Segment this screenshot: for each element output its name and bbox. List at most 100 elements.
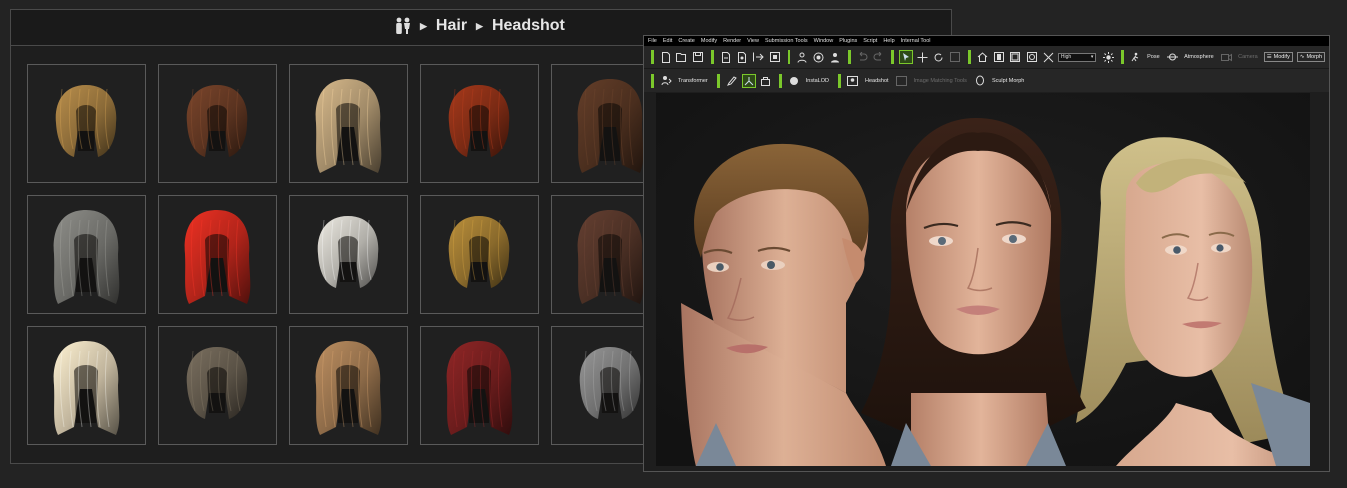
send-icon[interactable] — [752, 50, 765, 64]
edit-mesh-icon[interactable] — [741, 73, 756, 88]
hair-tile-silver-short[interactable] — [289, 195, 408, 314]
menu-plugins[interactable]: Plugins — [839, 36, 857, 46]
menu-submission-tools[interactable]: Submission Tools — [765, 36, 808, 46]
hair-tile-platinum-long[interactable] — [27, 326, 146, 445]
toolbar-separator — [837, 73, 841, 88]
avatar-icon[interactable] — [828, 50, 841, 64]
redo-icon[interactable] — [872, 50, 885, 64]
character-icon[interactable] — [795, 50, 808, 64]
view-2-icon[interactable] — [1009, 50, 1022, 64]
open-folder-icon[interactable] — [675, 50, 688, 64]
light-icon[interactable] — [1101, 50, 1114, 64]
toolbar-separator — [891, 50, 895, 64]
people-icon[interactable] — [395, 17, 411, 35]
menu-create[interactable]: Create — [678, 36, 695, 46]
toolbar-separator — [711, 50, 714, 64]
new-file-icon[interactable] — [659, 50, 672, 64]
atmosphere-label[interactable]: Atmosphere — [1184, 54, 1214, 60]
hair-thumbnail — [448, 216, 510, 288]
morph-curve-icon: ∿ — [1299, 54, 1305, 60]
modify-label: Modify — [1273, 54, 1290, 60]
hair-thumbnail — [55, 85, 117, 157]
camera-icon[interactable] — [1220, 50, 1233, 64]
hair-tile-golden-curly[interactable] — [420, 195, 539, 314]
hair-tile-grey-long-hood[interactable] — [27, 195, 146, 314]
3d-viewport[interactable] — [656, 93, 1310, 466]
home-camera-icon[interactable] — [976, 50, 989, 64]
hair-tile-blonde-wavy-bob[interactable] — [27, 64, 146, 183]
hair-thumbnail — [315, 79, 382, 173]
sculpt-morph-label[interactable]: Sculpt Morph — [992, 78, 1024, 84]
hair-thumbnail — [186, 85, 248, 157]
headshot-label[interactable]: Headshot — [865, 78, 889, 84]
export-icon[interactable] — [735, 50, 748, 64]
toolbar-separator — [787, 50, 791, 64]
display-mode-icon[interactable] — [1041, 50, 1054, 64]
instalod-label[interactable]: InstaLOD — [806, 78, 829, 84]
morph-button[interactable]: ∿ Morph — [1296, 52, 1326, 62]
modify-button[interactable]: ☰ Modify — [1263, 52, 1293, 62]
toolbar-separator — [651, 50, 654, 64]
breadcrumb-hair[interactable]: Hair — [436, 17, 467, 35]
headshot-icon[interactable] — [846, 74, 860, 88]
hair-thumbnail — [186, 347, 248, 419]
hair-thumbnail — [53, 210, 120, 304]
menu-view[interactable]: View — [747, 36, 759, 46]
breadcrumb-headshot[interactable]: Headshot — [492, 17, 565, 35]
morph-target-icon[interactable] — [812, 50, 825, 64]
brush-icon[interactable] — [725, 74, 739, 88]
transformer-icon[interactable] — [659, 74, 673, 88]
pose-icon[interactable] — [1129, 50, 1142, 64]
render-quality-value: High — [1060, 54, 1072, 60]
image-matching-icon[interactable] — [895, 74, 909, 88]
move-icon[interactable] — [916, 50, 929, 64]
menu-window[interactable]: Window — [814, 36, 834, 46]
scale-icon[interactable] — [949, 50, 962, 64]
sculpt-morph-icon[interactable] — [973, 74, 987, 88]
menu-script[interactable]: Script — [863, 36, 877, 46]
menu-modify[interactable]: Modify — [701, 36, 717, 46]
frame-icon[interactable] — [768, 50, 781, 64]
toolbar-separator — [967, 50, 971, 64]
sliders-icon: ☰ — [1266, 54, 1272, 60]
save-icon[interactable] — [692, 50, 705, 64]
hair-thumbnail — [317, 216, 379, 288]
hair-tile-red-long-straight[interactable] — [158, 195, 277, 314]
morph-label: Morph — [1306, 54, 1323, 60]
menu-edit[interactable]: Edit — [663, 36, 672, 46]
hair-tile-blonde-long-straight[interactable] — [289, 64, 408, 183]
breadcrumb-separator-icon: ▶ — [476, 20, 483, 31]
import-icon[interactable] — [719, 50, 732, 64]
menu-internal-tool[interactable]: Internal Tool — [901, 36, 931, 46]
toolbar-separator — [651, 73, 654, 88]
undo-icon[interactable] — [856, 50, 869, 64]
camera-label[interactable]: Camera — [1238, 54, 1258, 60]
toolbar-separator — [716, 73, 720, 88]
toolbar-separator — [1120, 50, 1124, 64]
hair-thumbnail — [53, 341, 120, 435]
view-3-icon[interactable] — [1025, 50, 1038, 64]
menu-file[interactable]: File — [648, 36, 657, 46]
hair-tile-auburn-short-curls[interactable] — [158, 64, 277, 183]
instalod-icon[interactable] — [787, 74, 801, 88]
skin-icon[interactable] — [759, 74, 773, 88]
select-icon[interactable] — [899, 50, 913, 64]
image-matching-label[interactable]: Image Matching Tools — [914, 78, 967, 84]
view-1-icon[interactable] — [992, 50, 1005, 64]
render-quality-select[interactable]: High ▾ — [1057, 52, 1097, 62]
chevron-down-icon: ▾ — [1090, 54, 1094, 60]
hair-tile-crimson-long[interactable] — [420, 326, 539, 445]
secondary-toolbar: Transformer InstaLOD Headshot Image Matc… — [644, 69, 1329, 92]
transformer-label[interactable]: Transformer — [678, 78, 708, 84]
menu-render[interactable]: Render — [723, 36, 741, 46]
hair-thumbnail — [448, 85, 510, 157]
main-toolbar: High ▾ Pose Atmosphere Camera ☰ Modify ∿ Mo… — [644, 46, 1329, 69]
menu-help[interactable]: Help — [883, 36, 894, 46]
hair-tile-ash-brown-short[interactable] — [158, 326, 277, 445]
pose-label[interactable]: Pose — [1147, 54, 1160, 60]
hair-tile-sandy-long[interactable] — [289, 326, 408, 445]
atmosphere-icon[interactable] — [1166, 50, 1179, 64]
breadcrumb: ▶ Hair ▶ Headshot — [395, 17, 565, 35]
hair-tile-red-wavy-bob[interactable] — [420, 64, 539, 183]
rotate-icon[interactable] — [932, 50, 945, 64]
